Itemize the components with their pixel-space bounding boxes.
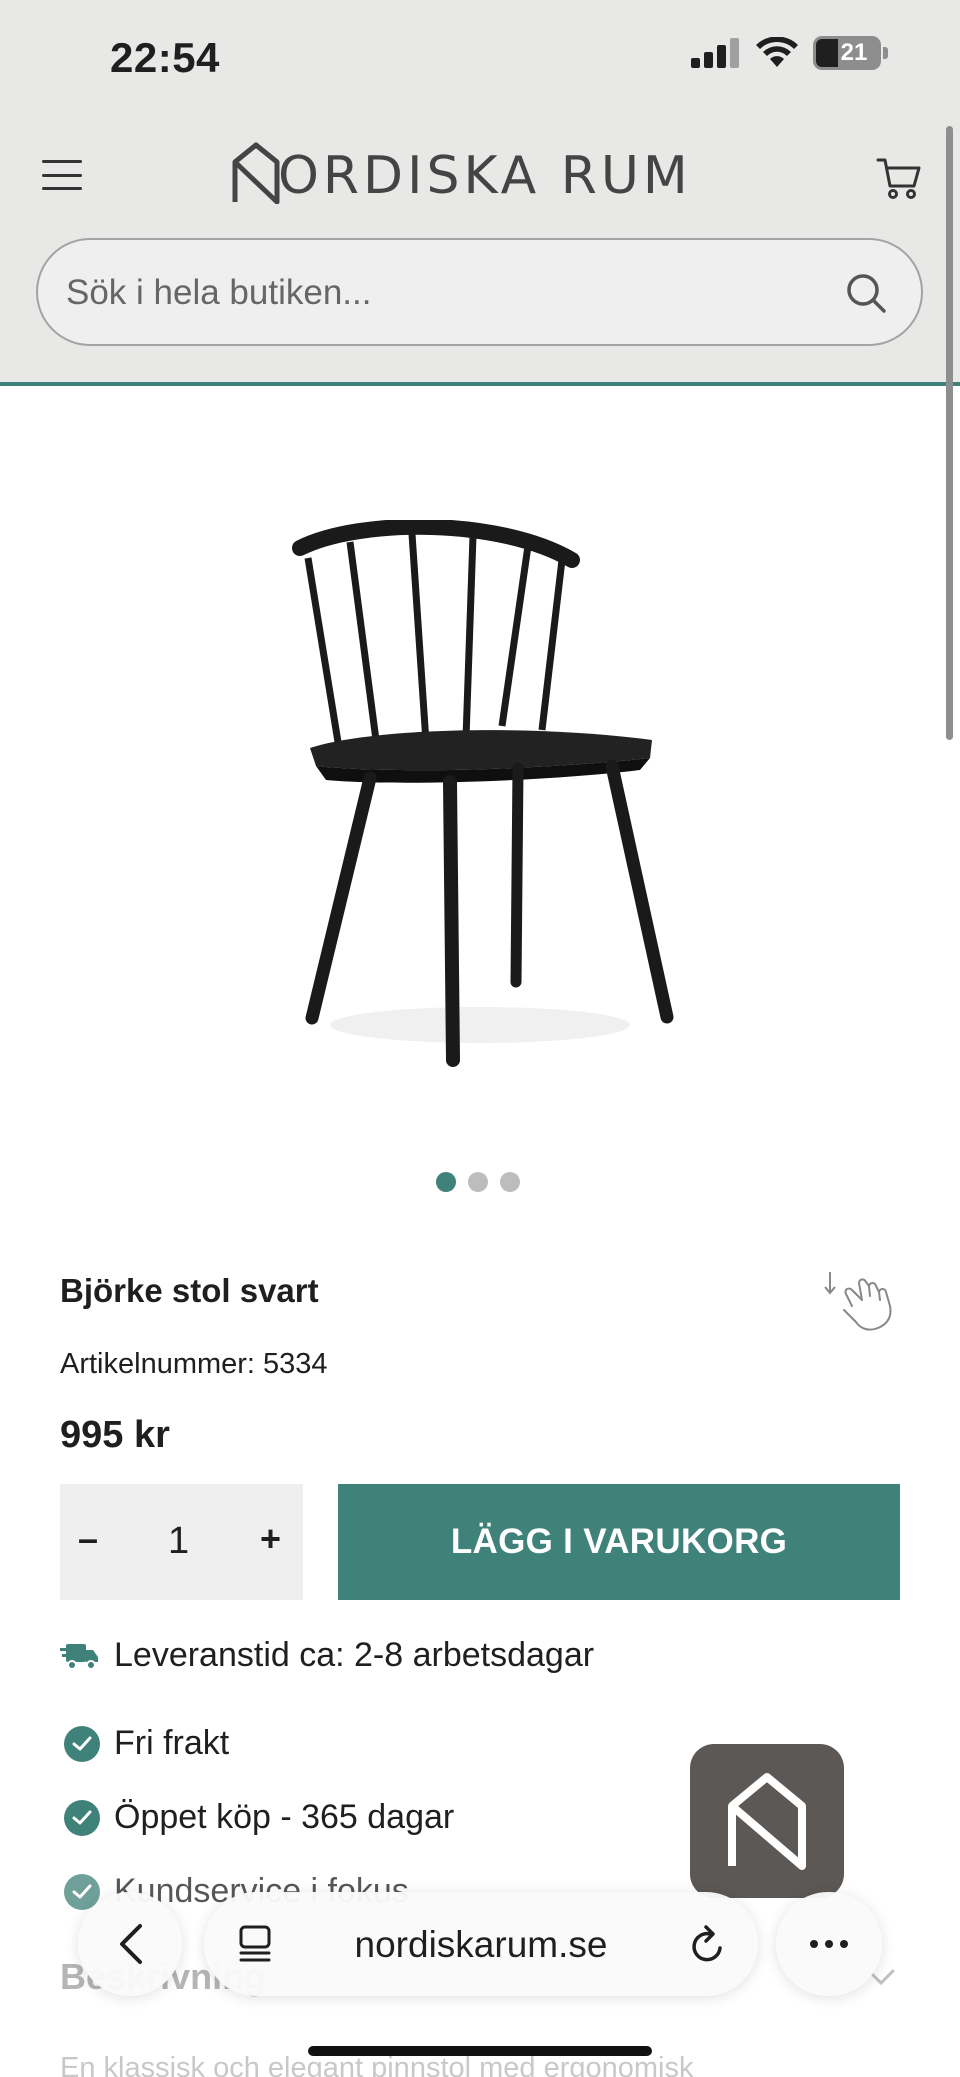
header-divider	[0, 382, 960, 386]
product-sku: Artikelnummer: 5334	[60, 1348, 328, 1380]
more-dot	[810, 1940, 818, 1948]
delivery-truck-icon	[60, 1643, 98, 1670]
url-text[interactable]: nordiskarum.se	[204, 1924, 758, 1966]
hamburger-menu-icon[interactable]	[42, 160, 82, 190]
quantity-value[interactable]: 1	[168, 1520, 189, 1563]
battery-level: 21	[840, 39, 868, 66]
cellular-signal-icon	[691, 38, 739, 68]
more-options-button[interactable]	[776, 1892, 882, 1996]
check-icon	[64, 1799, 100, 1836]
browser-toolbar: nordiskarum.se	[0, 1888, 960, 2008]
check-icon	[64, 1725, 100, 1762]
battery-icon: 21	[813, 36, 881, 70]
battery-tip	[883, 47, 888, 59]
product-price: 995 kr	[60, 1414, 170, 1456]
gallery-dot-3[interactable]	[500, 1172, 520, 1192]
search-input[interactable]	[66, 268, 826, 318]
browser-back-button[interactable]	[78, 1892, 182, 1996]
delivery-info: Leveranstid ca: 2-8 arbetsdagar	[60, 1636, 594, 1675]
delivery-text: Leveranstid ca: 2-8 arbetsdagar	[114, 1636, 595, 1674]
cart-icon[interactable]	[876, 156, 922, 200]
wifi-icon	[756, 37, 798, 67]
search-bar	[36, 238, 923, 346]
more-dot	[840, 1940, 848, 1948]
swipe-hand-icon	[824, 1272, 892, 1331]
quantity-increase-button[interactable]: +	[260, 1518, 281, 1560]
home-indicator[interactable]	[308, 2046, 652, 2056]
product-title: Björke stol svart	[60, 1272, 319, 1309]
status-time: 22:54	[110, 34, 220, 81]
search-icon[interactable]	[845, 272, 887, 314]
usp-item: Öppet köp - 365 dagar	[64, 1798, 454, 1837]
logo-house-n-icon	[232, 142, 280, 204]
more-dot	[825, 1940, 833, 1948]
address-bar[interactable]: nordiskarum.se	[204, 1892, 758, 1996]
gallery-dot-1[interactable]	[436, 1172, 456, 1192]
brand-n-icon	[728, 1773, 806, 1870]
usp-item: Fri frakt	[64, 1724, 229, 1763]
gallery-pagination	[436, 1172, 520, 1192]
reload-icon[interactable]	[688, 1922, 728, 1966]
chat-widget-button[interactable]	[690, 1744, 844, 1898]
page-scrollbar[interactable]	[946, 126, 953, 740]
site-logo[interactable]: ORDISKA RUM	[232, 138, 732, 208]
gallery-dot-2[interactable]	[468, 1172, 488, 1192]
usp-text: Fri frakt	[114, 1724, 230, 1762]
quantity-decrease-button[interactable]: –	[78, 1518, 98, 1560]
status-icons: 21	[691, 36, 888, 70]
quantity-stepper: – 1 +	[60, 1484, 303, 1600]
logo-text: ORDISKA RUM	[278, 146, 692, 206]
chevron-left-icon	[120, 1924, 142, 1964]
add-to-cart-button[interactable]: LÄGG I VARUKORG	[338, 1484, 900, 1600]
product-image-chair[interactable]	[280, 520, 680, 1080]
usp-text: Öppet köp - 365 dagar	[114, 1798, 455, 1836]
